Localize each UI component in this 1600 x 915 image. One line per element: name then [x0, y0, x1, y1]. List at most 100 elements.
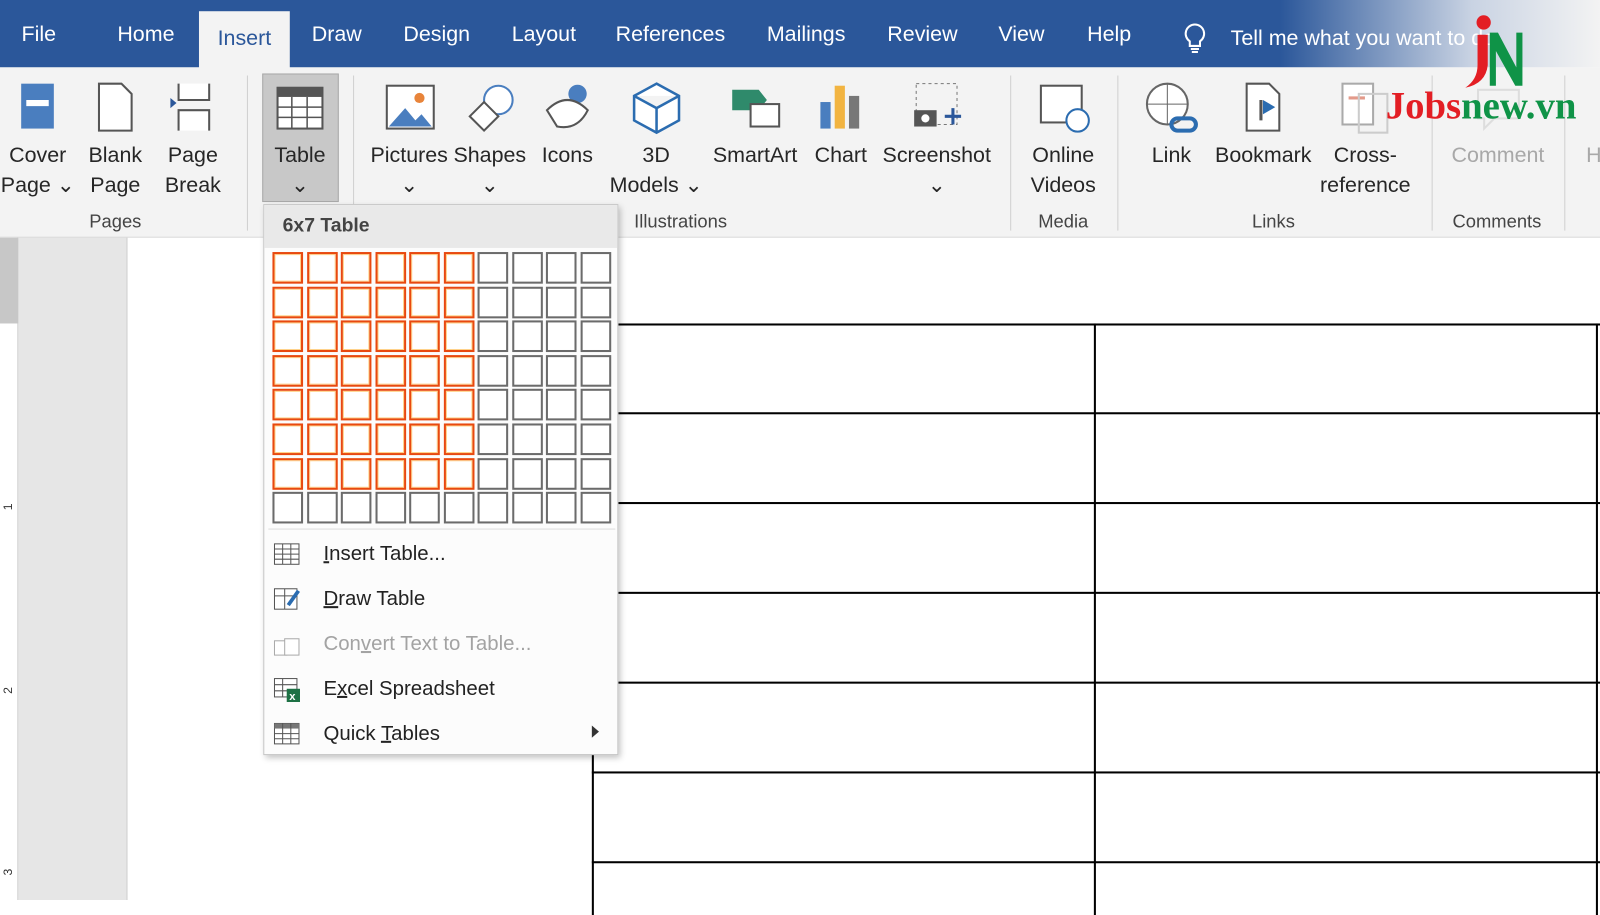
grid-cell[interactable]: [443, 389, 474, 421]
grid-cell[interactable]: [477, 320, 509, 353]
link-button[interactable]: Link: [1143, 67, 1200, 200]
grid-cell[interactable]: [580, 286, 611, 318]
grid-cell[interactable]: [545, 492, 577, 524]
grid-cell[interactable]: [580, 457, 611, 490]
grid-cell[interactable]: [409, 320, 440, 353]
grid-cell[interactable]: [409, 423, 440, 456]
grid-cell[interactable]: [340, 389, 372, 421]
grid-cell[interactable]: [545, 389, 577, 421]
grid-cell[interactable]: [511, 457, 543, 490]
3d-models-button[interactable]: 3D Models ⌄: [610, 67, 703, 200]
grid-cell[interactable]: [409, 354, 440, 387]
grid-cell[interactable]: [580, 252, 611, 284]
blank-page-button[interactable]: Blank Page: [87, 67, 144, 200]
tab-review[interactable]: Review: [887, 22, 957, 46]
shapes-button[interactable]: Shapes ⌄: [453, 67, 526, 200]
grid-cell[interactable]: [340, 286, 372, 318]
menu-item-excel-spreadsheet[interactable]: x Excel Spreadsheet: [264, 668, 617, 709]
grid-cell[interactable]: [580, 423, 611, 456]
pictures-button[interactable]: Pictures ⌄: [370, 67, 448, 200]
grid-cell[interactable]: [374, 286, 406, 318]
grid-cell[interactable]: [374, 457, 406, 490]
grid-cell[interactable]: [272, 252, 304, 284]
grid-cell[interactable]: [272, 423, 304, 456]
grid-cell[interactable]: [409, 492, 440, 524]
icons-button[interactable]: Icons: [539, 67, 596, 200]
grid-cell[interactable]: [409, 457, 440, 490]
grid-cell[interactable]: [545, 457, 577, 490]
grid-cell[interactable]: [477, 423, 509, 456]
online-videos-button[interactable]: Online Videos: [1031, 67, 1096, 200]
tab-mailings[interactable]: Mailings: [767, 22, 846, 46]
table-button[interactable]: Table ⌄: [271, 67, 328, 200]
grid-cell[interactable]: [272, 354, 304, 387]
grid-cell[interactable]: [272, 320, 304, 353]
grid-cell[interactable]: [340, 320, 372, 353]
grid-cell[interactable]: [443, 320, 474, 353]
grid-cell[interactable]: [443, 286, 474, 318]
tab-draw[interactable]: Draw: [312, 22, 362, 46]
grid-cell[interactable]: [306, 286, 338, 318]
grid-cell[interactable]: [545, 354, 577, 387]
grid-cell[interactable]: [306, 423, 338, 456]
grid-cell[interactable]: [306, 354, 338, 387]
grid-cell[interactable]: [443, 423, 474, 456]
grid-cell[interactable]: [409, 389, 440, 421]
grid-cell[interactable]: [511, 354, 543, 387]
grid-cell[interactable]: [272, 457, 304, 490]
grid-cell[interactable]: [580, 354, 611, 387]
grid-cell[interactable]: [580, 389, 611, 421]
grid-cell[interactable]: [477, 286, 509, 318]
tab-home[interactable]: Home: [117, 22, 174, 46]
smartart-button[interactable]: SmartArt: [713, 67, 797, 200]
grid-cell[interactable]: [443, 457, 474, 490]
grid-cell[interactable]: [477, 252, 509, 284]
menu-item-quick-tables[interactable]: Quick Tables: [264, 713, 617, 754]
tab-insert[interactable]: Insert: [198, 11, 290, 69]
grid-cell[interactable]: [580, 320, 611, 353]
grid-cell[interactable]: [511, 286, 543, 318]
grid-cell[interactable]: [511, 252, 543, 284]
grid-cell[interactable]: [545, 320, 577, 353]
grid-cell[interactable]: [545, 286, 577, 318]
grid-cell[interactable]: [511, 389, 543, 421]
bookmark-button[interactable]: Bookmark: [1215, 67, 1311, 200]
grid-cell[interactable]: [374, 354, 406, 387]
grid-cell[interactable]: [511, 320, 543, 353]
grid-cell[interactable]: [409, 286, 440, 318]
vertical-ruler[interactable]: 1 2 3: [0, 237, 19, 900]
grid-cell[interactable]: [545, 423, 577, 456]
grid-cell[interactable]: [374, 389, 406, 421]
tab-view[interactable]: View: [998, 22, 1044, 46]
tab-file[interactable]: File: [22, 22, 57, 46]
grid-cell[interactable]: [340, 457, 372, 490]
grid-cell[interactable]: [306, 457, 338, 490]
grid-cell[interactable]: [545, 252, 577, 284]
grid-cell[interactable]: [409, 252, 440, 284]
grid-cell[interactable]: [272, 286, 304, 318]
grid-cell[interactable]: [477, 354, 509, 387]
grid-cell[interactable]: [374, 492, 406, 524]
grid-cell[interactable]: [306, 389, 338, 421]
grid-cell[interactable]: [477, 457, 509, 490]
chart-button[interactable]: Chart: [812, 67, 869, 200]
grid-cell[interactable]: [340, 492, 372, 524]
grid-cell[interactable]: [477, 389, 509, 421]
grid-cell[interactable]: [340, 423, 372, 456]
grid-cell[interactable]: [443, 354, 474, 387]
grid-cell[interactable]: [340, 252, 372, 284]
grid-cell[interactable]: [306, 320, 338, 353]
screenshot-button[interactable]: Screenshot ⌄: [883, 67, 991, 200]
grid-cell[interactable]: [272, 492, 304, 524]
tab-references[interactable]: References: [616, 22, 726, 46]
grid-cell[interactable]: [340, 354, 372, 387]
grid-cell[interactable]: [443, 252, 474, 284]
document-table[interactable]: [591, 323, 1600, 915]
page-break-button[interactable]: Page Break: [164, 67, 221, 200]
grid-cell[interactable]: [511, 423, 543, 456]
grid-cell[interactable]: [272, 389, 304, 421]
tab-design[interactable]: Design: [403, 22, 470, 46]
cover-page-button[interactable]: Cover Page ⌄: [1, 67, 75, 200]
grid-cell[interactable]: [374, 320, 406, 353]
menu-item-insert-table[interactable]: Insert Table...: [264, 534, 617, 575]
